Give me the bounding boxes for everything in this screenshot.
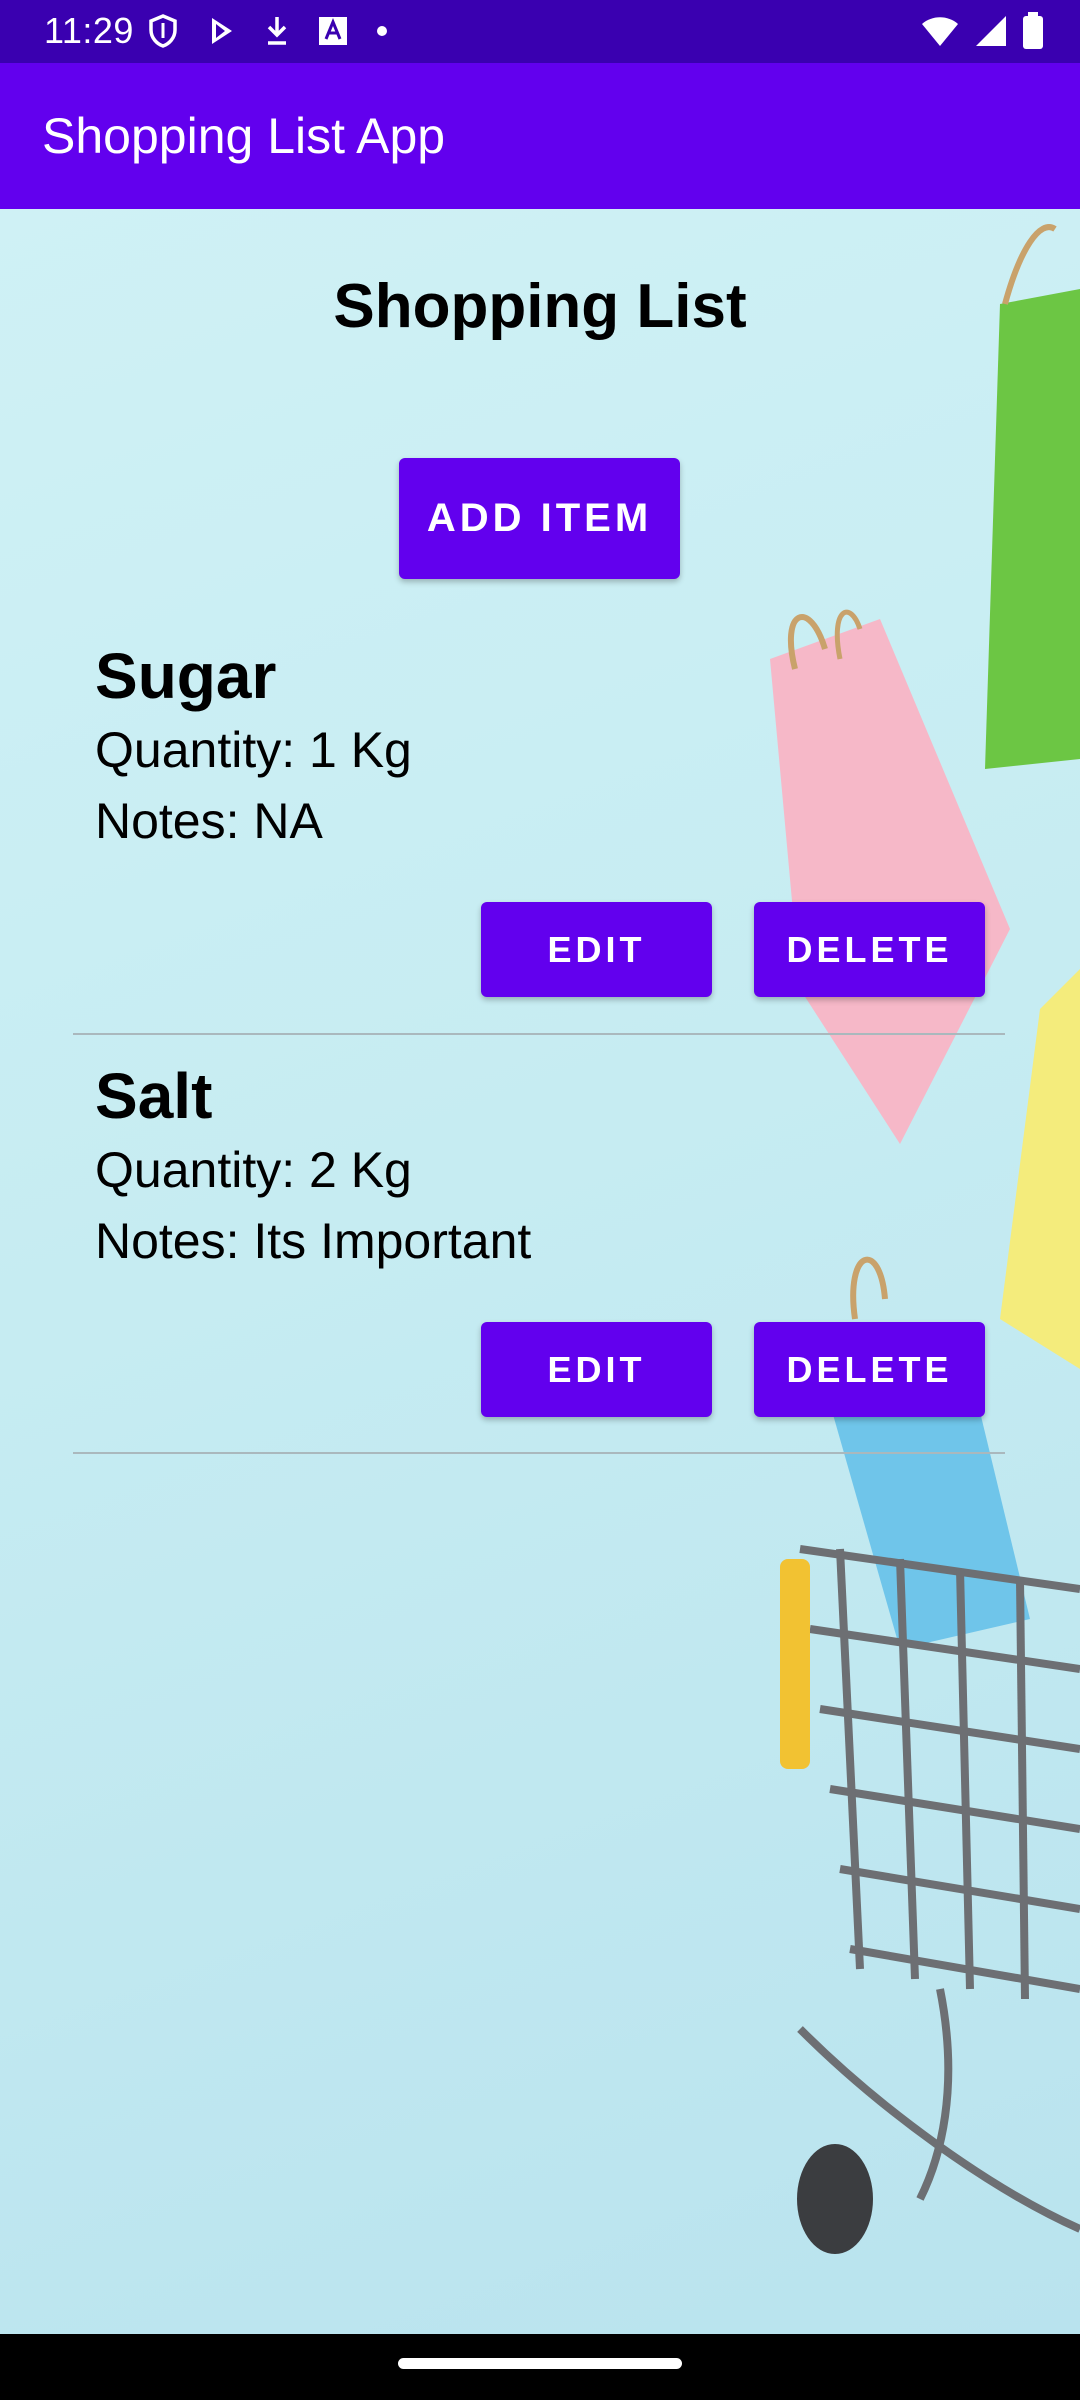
item-quantity: Quantity: 1 Kg — [95, 722, 412, 778]
navigation-bar — [0, 2334, 1080, 2400]
signal-icon — [974, 14, 1008, 48]
dot-icon — [376, 25, 388, 37]
edit-button[interactable]: EDIT — [481, 902, 712, 997]
app-bar: Shopping List App — [0, 63, 1080, 209]
play-store-icon — [206, 14, 236, 48]
wifi-icon — [920, 14, 960, 48]
item-notes: Notes: NA — [95, 793, 323, 849]
item-name: Sugar — [95, 640, 277, 712]
item-name: Salt — [95, 1060, 213, 1132]
delete-button[interactable]: DELETE — [754, 902, 985, 997]
edit-button[interactable]: EDIT — [481, 1322, 712, 1417]
status-bar: 11:29 — [0, 0, 1080, 63]
page-title: Shopping List — [333, 272, 747, 341]
home-gesture-handle[interactable] — [398, 2358, 682, 2369]
divider — [73, 1452, 1005, 1454]
status-time: 11:29 — [44, 10, 134, 51]
shield-icon — [148, 14, 178, 48]
app-title: Shopping List App — [42, 108, 446, 164]
status-notification-icons — [148, 14, 388, 48]
download-icon — [264, 15, 290, 47]
divider — [73, 1033, 1005, 1035]
status-system-icons — [920, 12, 1044, 50]
battery-icon — [1022, 12, 1044, 50]
item-quantity: Quantity: 2 Kg — [95, 1142, 412, 1198]
delete-button[interactable]: DELETE — [754, 1322, 985, 1417]
item-notes: Notes: Its Important — [95, 1213, 532, 1269]
font-icon — [318, 16, 348, 46]
add-item-button[interactable]: ADD ITEM — [399, 458, 680, 579]
main-content: Shopping List ADD ITEM Sugar Quantity: 1… — [0, 209, 1080, 2334]
screen: 11:29 Shopping List App Shopping List AD… — [0, 0, 1080, 2400]
